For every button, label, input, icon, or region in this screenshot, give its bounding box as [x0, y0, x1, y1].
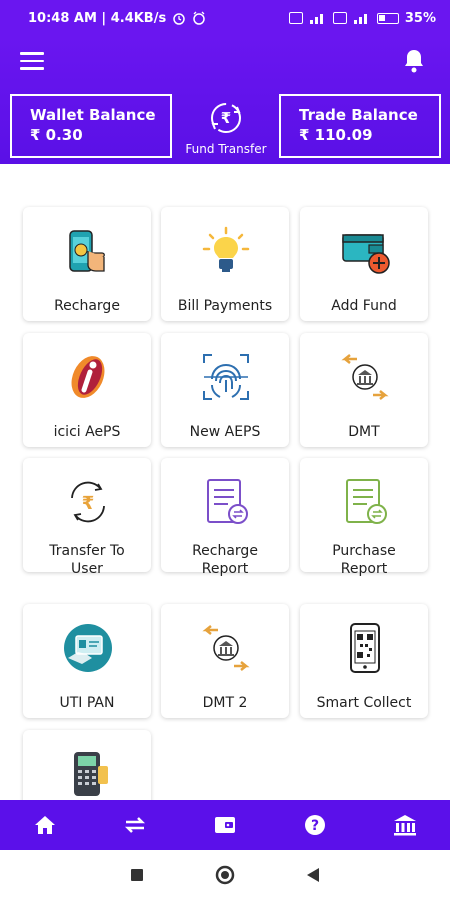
tile-add-fund[interactable]: Add Fund [300, 207, 428, 321]
back-icon[interactable] [306, 867, 320, 883]
services-grid: Recharge Bill Payments Add Fund icici Ae… [0, 164, 450, 800]
trade-balance-card[interactable]: Trade Balance ₹ 110.09 [279, 94, 441, 158]
battery-icon [376, 12, 399, 24]
help-icon: ? [305, 815, 325, 835]
tile-pos[interactable] [23, 730, 151, 800]
icici-logo-icon [71, 356, 105, 398]
tile-label: Add Fund [331, 298, 397, 314]
wallet-add-icon [342, 234, 390, 274]
tile-label: Smart Collect [316, 695, 412, 711]
nav-bank[interactable] [385, 805, 425, 845]
fund-transfer-icon: ₹ [211, 103, 241, 133]
tile-transfer-to-user[interactable]: ₹ Transfer To User [23, 458, 151, 577]
nav-wallet[interactable] [205, 805, 245, 845]
recents-icon[interactable] [130, 868, 144, 882]
tile-label: Purchase Report [332, 543, 396, 577]
menu-icon[interactable] [20, 52, 44, 70]
battery-level: 35% [404, 10, 436, 26]
alarm-clock-icon [193, 11, 205, 25]
tile-label: Bill Payments [177, 298, 273, 314]
fund-transfer-button[interactable]: ₹ Fund Transfer [176, 96, 276, 160]
nav-transfer[interactable] [115, 805, 155, 845]
lightbulb-icon [202, 226, 250, 272]
tile-uti-pan[interactable]: UTI PAN [23, 604, 151, 718]
rupee-transfer-icon: ₹ [71, 481, 105, 523]
svg-text:?: ? [311, 818, 319, 834]
tile-dmt[interactable]: DMT [300, 333, 428, 447]
tile-label: Recharge Report [192, 543, 258, 577]
purchase-report-icon [346, 479, 387, 524]
nav-help[interactable]: ? [295, 805, 335, 845]
alarm-icon [173, 13, 185, 25]
bottom-nav: ? [0, 800, 450, 850]
bell-icon[interactable] [402, 48, 426, 74]
fund-transfer-label: Fund Transfer [185, 142, 267, 156]
phone-recharge-icon [69, 230, 105, 272]
status-bar: 10:48 AM | 4.4KB/s 35% [0, 0, 450, 36]
tile-label: DMT [348, 424, 380, 440]
home-button-icon[interactable] [214, 864, 236, 886]
trade-balance-title: Trade Balance [299, 106, 418, 124]
report-icon [207, 479, 248, 524]
header: Wallet Balance ₹ 0.30 ₹ Fund Transfer Tr… [0, 36, 450, 164]
fund-transfer-symbol: ₹ [221, 109, 231, 127]
signal2-icon [353, 14, 367, 24]
tile-icici-aeps[interactable]: icici AePS [23, 333, 151, 447]
tile-label: New AEPS [189, 424, 261, 440]
tile-purchase-report[interactable]: Purchase Report [300, 458, 428, 577]
tile-new-aeps[interactable]: New AEPS [161, 333, 289, 447]
tile-label: Transfer To User [49, 543, 125, 577]
wallet-balance-title: Wallet Balance [30, 106, 156, 124]
bank-transfer-icon [341, 354, 389, 400]
tile-label: icici AePS [53, 424, 121, 440]
pan-card-icon [64, 624, 112, 672]
home-icon [35, 816, 55, 834]
signal-icon [309, 14, 323, 24]
tile-recharge-report[interactable]: Recharge Report [161, 458, 289, 577]
pos-terminal-icon [74, 752, 108, 796]
tile-label: Recharge [54, 298, 120, 314]
qr-phone-icon [350, 623, 380, 673]
transfer-icon [124, 817, 146, 833]
bank-icon [394, 815, 416, 836]
fingerprint-icon [203, 354, 249, 400]
trade-balance-value: ₹ 110.09 [299, 126, 373, 144]
nav-home[interactable] [25, 805, 65, 845]
bank-transfer-icon [202, 625, 250, 671]
tile-dmt-2[interactable]: DMT 2 [161, 604, 289, 718]
sim2-icon [332, 12, 347, 24]
system-nav-bar [0, 850, 450, 900]
svg-text:₹: ₹ [82, 493, 95, 514]
tile-recharge[interactable]: Recharge [23, 207, 151, 321]
tile-bill-payments[interactable]: Bill Payments [161, 207, 289, 321]
wallet-balance-card[interactable]: Wallet Balance ₹ 0.30 [10, 94, 172, 158]
sim-icon [288, 12, 303, 24]
tile-smart-collect[interactable]: Smart Collect [300, 604, 428, 718]
wallet-icon [215, 817, 235, 833]
status-time: 10:48 AM | 4.4KB/s [28, 10, 167, 26]
tile-label: UTI PAN [59, 695, 115, 711]
wallet-balance-value: ₹ 0.30 [30, 126, 83, 144]
tile-label: DMT 2 [202, 695, 248, 711]
